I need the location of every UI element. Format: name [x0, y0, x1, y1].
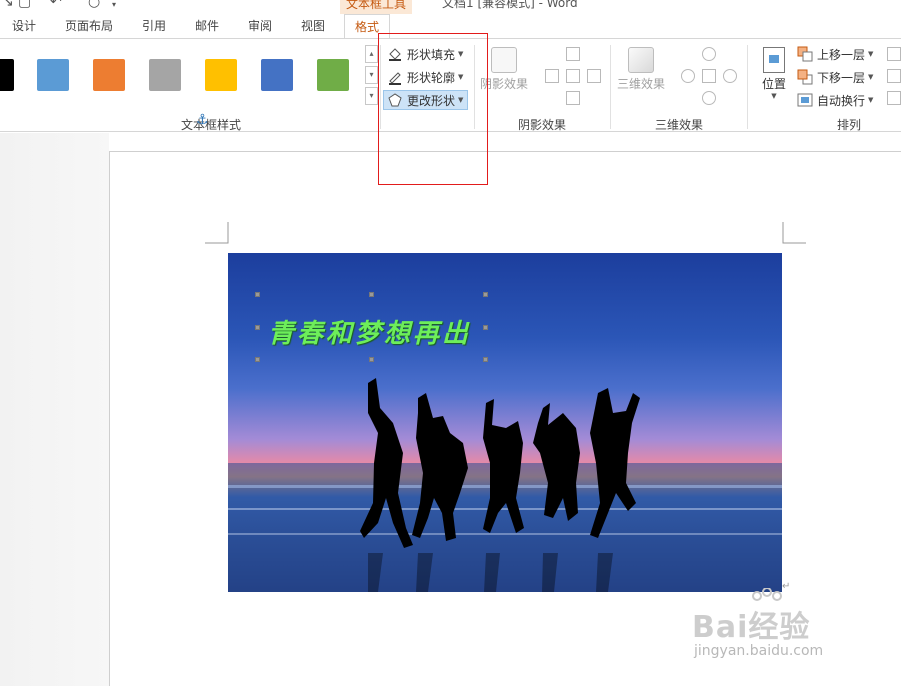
gallery-scroll-down[interactable]: ▾	[365, 66, 378, 84]
margin-corner-top-left	[205, 222, 229, 244]
nudge-shadow-left-icon[interactable]	[545, 69, 559, 83]
contextual-tab-label: 文本框工具	[340, 0, 412, 14]
resize-handle[interactable]	[369, 292, 374, 297]
bring-forward-label: 上移一层	[817, 47, 866, 62]
shadow-icon	[491, 47, 517, 73]
canvas-margin	[0, 133, 109, 686]
threed-toggle-icon[interactable]	[702, 69, 716, 83]
chevron-down-icon: ▼	[868, 96, 874, 104]
nudge-shadow-down-icon[interactable]	[566, 91, 580, 105]
group-label-shadow: 阴影效果	[518, 118, 567, 132]
window-title: 文档1 [兼容模式] - Word	[442, 0, 578, 10]
resize-handle[interactable]	[255, 357, 260, 362]
watermark-brand: Bai经验	[692, 610, 811, 645]
position-icon	[763, 47, 785, 73]
chevron-down-icon: ▼	[868, 50, 874, 58]
tab-view[interactable]: 视图	[301, 17, 325, 34]
resize-handle[interactable]	[255, 292, 260, 297]
tilt-up-icon[interactable]	[702, 47, 716, 61]
gallery-scroll-up[interactable]: ▴	[365, 45, 378, 63]
style-swatch[interactable]	[37, 59, 69, 91]
watermark-url: jingyan.baidu.com	[694, 643, 824, 659]
quick-access-icon[interactable]: ↘	[2, 0, 14, 10]
bring-forward-icon	[797, 46, 813, 62]
tilt-left-icon[interactable]	[681, 69, 695, 83]
wrap-text-label: 自动换行	[817, 93, 866, 108]
resize-handle[interactable]	[369, 357, 374, 362]
group-divider	[610, 45, 611, 129]
style-swatch[interactable]	[205, 59, 237, 91]
chevron-down-icon: ▼	[771, 92, 777, 100]
nudge-shadow-right-icon[interactable]	[587, 69, 601, 83]
wrap-text-button[interactable]: 自动换行 ▼	[797, 90, 873, 110]
undo-icon[interactable]: ↶	[50, 0, 62, 10]
group-divider	[747, 45, 748, 129]
style-swatch[interactable]	[0, 59, 14, 91]
send-backward-label: 下移一层	[817, 70, 866, 85]
title-bar: ↘ ▢ ↶ ○ ▾ 文本框工具 文档1 [兼容模式] - Word	[0, 0, 901, 14]
send-backward-icon	[797, 69, 813, 85]
qat-dropdown-icon[interactable]: ▾	[112, 0, 116, 9]
redo-icon[interactable]: ○	[88, 0, 100, 10]
print-preview-icon[interactable]: ▢	[18, 0, 31, 10]
tab-review[interactable]: 审阅	[248, 17, 272, 34]
group-icon[interactable]	[887, 69, 901, 83]
chevron-down-icon: ▼	[868, 73, 874, 81]
send-backward-button[interactable]: 下移一层 ▼	[797, 67, 873, 87]
threed-effects-button[interactable]: 三维效果	[614, 47, 668, 92]
tab-page-layout[interactable]: 页面布局	[65, 17, 113, 34]
resize-handle[interactable]	[255, 325, 260, 330]
shadow-toggle-icon[interactable]	[566, 69, 580, 83]
position-button[interactable]: 位置 ▼	[757, 47, 791, 100]
threed-effects-label: 三维效果	[616, 77, 665, 91]
tab-references[interactable]: 引用	[142, 17, 166, 34]
nudge-shadow-up-icon[interactable]	[566, 47, 580, 61]
align-icon[interactable]	[887, 47, 901, 61]
tab-design[interactable]: 设计	[12, 17, 36, 34]
graduation-photo[interactable]	[228, 253, 782, 592]
bring-forward-button[interactable]: 上移一层 ▼	[797, 44, 873, 64]
tilt-right-icon[interactable]	[723, 69, 737, 83]
group-label-textbox-styles: 文本框样式	[181, 118, 242, 132]
resize-handle[interactable]	[483, 325, 488, 330]
style-swatch[interactable]	[149, 59, 181, 91]
group-label-arrange: 排列	[837, 118, 862, 132]
anchor-icon[interactable]: ⚓	[196, 112, 209, 128]
tab-mailings[interactable]: 邮件	[195, 17, 219, 34]
margin-corner-top-right	[782, 222, 806, 244]
annotation-highlight-box	[378, 33, 488, 185]
gallery-more-button[interactable]: ▾	[365, 87, 378, 105]
resize-handle[interactable]	[483, 357, 488, 362]
rotate-icon[interactable]	[887, 91, 901, 105]
tilt-down-icon[interactable]	[702, 91, 716, 105]
group-label-threed: 三维效果	[655, 118, 704, 132]
silhouette-scene	[228, 378, 782, 592]
text-box-caption[interactable]: 青春和梦想再出	[268, 313, 471, 350]
style-swatch[interactable]	[93, 59, 125, 91]
resize-handle[interactable]	[483, 292, 488, 297]
style-swatch[interactable]	[261, 59, 293, 91]
wrap-text-icon	[797, 92, 813, 108]
baidu-jingyan-watermark: Bai经验 jingyan.baidu.com	[692, 588, 892, 668]
style-swatch[interactable]	[317, 59, 349, 91]
position-label: 位置	[761, 77, 786, 91]
threed-icon	[628, 47, 654, 73]
